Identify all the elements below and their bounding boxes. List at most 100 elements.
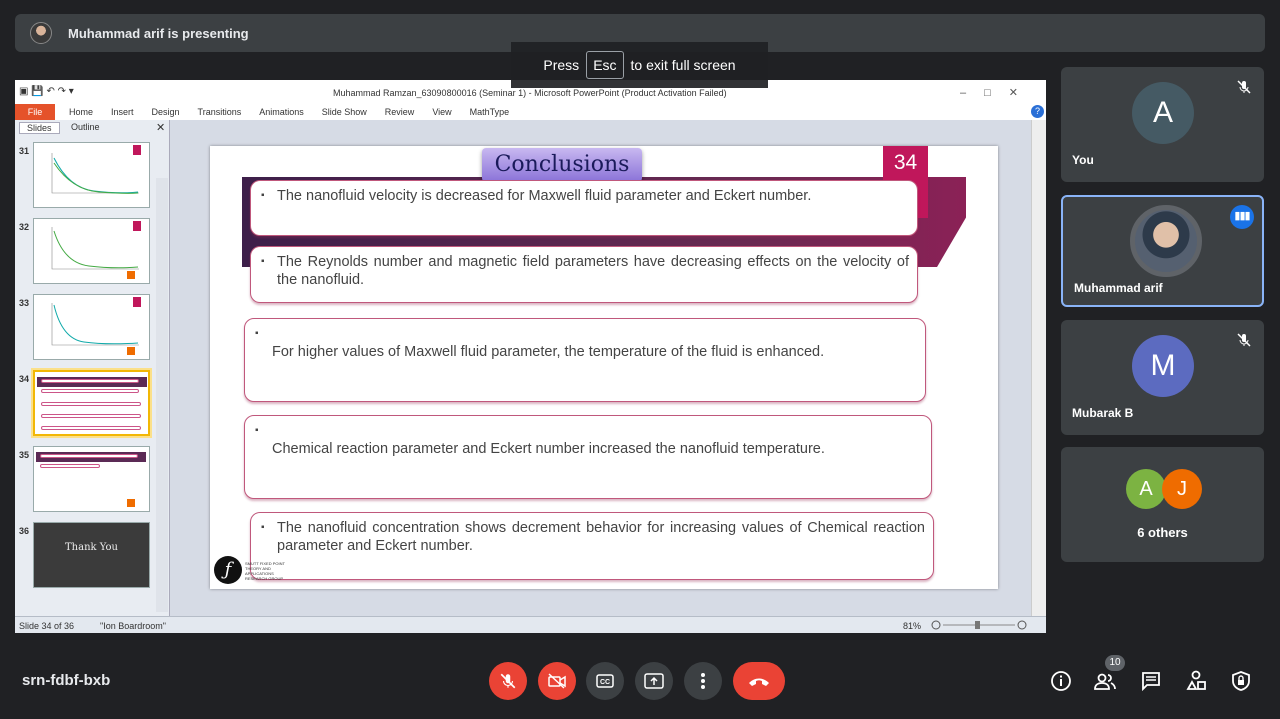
toast-press: Press (543, 57, 580, 73)
activities-icon (1186, 670, 1206, 690)
present-icon (644, 673, 664, 689)
tab-view[interactable]: View (432, 107, 451, 117)
presenter-avatar (30, 22, 52, 44)
people-icon (1094, 673, 1116, 690)
thumb-number: 34 (19, 374, 30, 384)
participant-name: Mubarak B (1072, 406, 1134, 420)
tab-mathtype[interactable]: MathType (470, 107, 510, 117)
bullet-box: For higher values of Maxwell fluid param… (244, 318, 926, 402)
pp-workspace: Slides Outline ✕ 31 32 33 34 35 36 Thank… (15, 120, 1046, 616)
leave-call-button[interactable] (733, 662, 785, 700)
bullet-box: Chemical reaction parameter and Eckert n… (244, 415, 932, 499)
host-controls-button[interactable] (1229, 670, 1253, 694)
bullet-text: For higher values of Maxwell fluid param… (272, 344, 825, 360)
avatar: A (1126, 469, 1166, 509)
shared-screen: ▣ 💾 ↶ ↷ ▾ Muhammad Ramzan_63090800016 (S… (15, 80, 1046, 633)
zoom-slider[interactable] (931, 620, 1027, 630)
tab-animations[interactable]: Animations (259, 107, 304, 117)
camera-toggle-button[interactable] (538, 662, 576, 700)
toast-suffix: to exit full screen (630, 57, 736, 73)
slide-thumbnail[interactable]: Thank You (33, 522, 150, 588)
thumb-number: 31 (19, 146, 30, 156)
stage-scrollbar[interactable] (1031, 120, 1046, 616)
slides-scrollbar[interactable] (156, 178, 168, 612)
window-controls[interactable]: –□✕ (960, 86, 1036, 99)
thumb-number: 33 (19, 298, 30, 308)
tab-slide-show[interactable]: Slide Show (322, 107, 367, 117)
tab-home[interactable]: Home (69, 107, 93, 117)
svg-text:CC: CC (600, 679, 610, 686)
thumb-number: 35 (19, 450, 30, 460)
slide-thumbnail[interactable] (33, 446, 150, 512)
meeting-code: srn-fdbf-bxb (22, 672, 111, 689)
window-title: Muhammad Ramzan_63090800016 (Seminar 1) … (333, 88, 727, 98)
info-icon (1051, 671, 1071, 691)
tab-review[interactable]: Review (385, 107, 415, 117)
participant-tile-others[interactable]: A J 6 others (1061, 447, 1264, 562)
meeting-details-button[interactable] (1049, 670, 1073, 694)
bullet-text: The Reynolds number and magnetic field p… (277, 254, 909, 288)
thumb-number: 32 (19, 222, 30, 232)
slide-canvas: Conclusions 34 The nanofluid velocity is… (210, 146, 998, 589)
close-pane-icon[interactable]: ✕ (156, 121, 165, 134)
slide-counter: Slide 34 of 36 (19, 621, 75, 631)
tab-outline[interactable]: Outline (71, 122, 100, 132)
logo-caption: SMUTT FIXED POINT THEORY AND APPLICATION… (245, 561, 285, 581)
participant-tile-mubarak[interactable]: M Mubarak B (1061, 320, 1264, 435)
participant-name: Muhammad arif (1074, 281, 1163, 295)
tab-insert[interactable]: Insert (111, 107, 134, 117)
hang-up-icon (749, 678, 769, 686)
help-icon[interactable]: ? (1031, 105, 1044, 118)
tab-file[interactable]: File (15, 104, 55, 120)
mic-off-icon (500, 673, 516, 689)
participant-photo (1130, 205, 1202, 277)
bullet-box: The Reynolds number and magnetic field p… (250, 246, 918, 303)
speaking-indicator-icon: ▮▮▮ (1230, 205, 1254, 229)
people-button[interactable] (1093, 670, 1117, 694)
tab-transitions[interactable]: Transitions (198, 107, 242, 117)
quick-access-toolbar[interactable]: ▣ 💾 ↶ ↷ ▾ (19, 86, 74, 97)
more-icon (701, 673, 705, 689)
present-button[interactable] (635, 662, 673, 700)
avatar: A (1132, 82, 1194, 144)
theme-name: "Ion Boardroom" (100, 621, 166, 631)
slide-thumbnail[interactable] (33, 142, 150, 208)
participant-tile-muhammad-arif[interactable]: ▮▮▮ Muhammad arif (1061, 195, 1264, 307)
bullet-box: The nanofluid concentration shows decrem… (250, 512, 934, 580)
mic-off-icon (1237, 333, 1251, 347)
chat-button[interactable] (1139, 670, 1163, 694)
thumb-number: 36 (19, 526, 30, 536)
fullscreen-toast: Press Esc to exit full screen (511, 42, 768, 88)
mic-toggle-button[interactable] (489, 662, 527, 700)
status-bar: Slide 34 of 36 "Ion Boardroom" 81% (15, 616, 1046, 633)
slides-pane: Slides Outline ✕ 31 32 33 34 35 36 Thank… (15, 120, 170, 616)
esc-key: Esc (586, 51, 624, 79)
participant-tile-you[interactable]: A You (1061, 67, 1264, 182)
participant-name: You (1072, 153, 1094, 167)
host-controls-icon (1232, 671, 1250, 691)
research-group-logo: ƒ (214, 556, 242, 584)
others-label: 6 others (1137, 525, 1188, 540)
more-options-button[interactable] (684, 662, 722, 700)
bullet-text: The nanofluid velocity is decreased for … (277, 188, 812, 204)
slide-thumbnail[interactable] (33, 218, 150, 284)
bullet-text: The nanofluid concentration shows decrem… (277, 520, 925, 554)
mic-off-icon (1237, 80, 1251, 94)
avatar: M (1132, 335, 1194, 397)
slide-thumbnail[interactable] (33, 294, 150, 360)
zoom-level: 81% (903, 621, 922, 631)
captions-button[interactable]: CC (586, 662, 624, 700)
activities-button[interactable] (1184, 670, 1208, 694)
presenting-text: Muhammad arif is presenting (68, 25, 249, 41)
chat-icon (1142, 672, 1160, 692)
tab-design[interactable]: Design (152, 107, 180, 117)
bullet-text: Chemical reaction parameter and Eckert n… (272, 441, 825, 457)
slide-editor: Conclusions 34 The nanofluid velocity is… (171, 120, 1031, 616)
slide-thumbnail-selected[interactable] (33, 370, 150, 436)
ribbon: File Home Insert Design Transitions Anim… (15, 104, 1046, 120)
avatar: J (1162, 469, 1202, 509)
bullet-box: The nanofluid velocity is decreased for … (250, 180, 918, 236)
slide-title: Conclusions (482, 148, 642, 182)
tab-slides[interactable]: Slides (19, 122, 60, 134)
people-count-badge: 10 (1105, 655, 1125, 671)
